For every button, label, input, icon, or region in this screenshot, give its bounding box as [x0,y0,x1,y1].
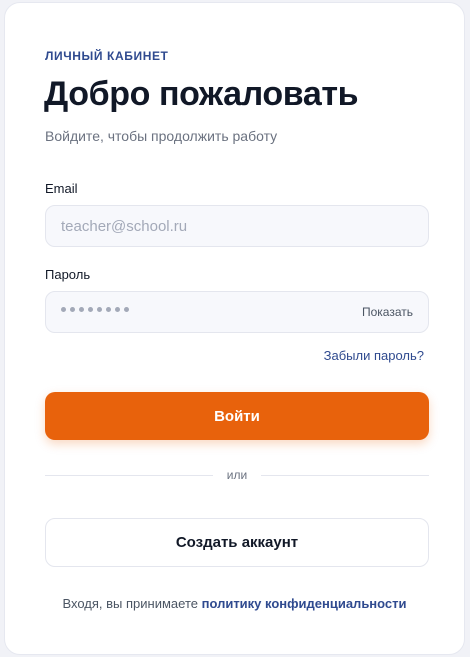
page-title: Добро пожаловать [44,75,359,113]
terms-notice: Входя, вы принимаете политику конфиденци… [5,596,464,611]
email-label: Email [45,181,78,196]
password-mask-dot [106,307,111,312]
login-button[interactable]: Войти [45,392,429,440]
password-mask-dot [79,307,84,312]
terms-prefix: Входя, вы принимаете [62,596,202,611]
page-subtitle: Войдите, чтобы продолжить работу [45,128,278,144]
email-field[interactable] [46,206,428,246]
password-mask-dot [88,307,93,312]
section-eyebrow: ЛИЧНЫЙ КАБИНЕТ [45,49,169,63]
or-divider: или [45,468,429,484]
password-mask [61,307,129,312]
create-account-button[interactable]: Создать аккаунт [45,518,429,567]
show-password-button[interactable]: Показать [362,305,413,319]
password-mask-dot [70,307,75,312]
password-mask-dot [115,307,120,312]
divider-line-right [261,475,429,476]
login-card: ЛИЧНЫЙ КАБИНЕТ Добро пожаловать Войдите,… [4,2,465,655]
privacy-policy-link[interactable]: политику конфиденциальности [202,596,407,611]
email-field-wrapper [45,205,429,247]
forgot-password-link[interactable]: Забыли пароль? [324,348,424,363]
password-field[interactable]: Показать [45,291,429,333]
password-mask-dot [61,307,66,312]
password-mask-dot [124,307,129,312]
password-mask-dot [97,307,102,312]
password-label: Пароль [45,267,91,282]
